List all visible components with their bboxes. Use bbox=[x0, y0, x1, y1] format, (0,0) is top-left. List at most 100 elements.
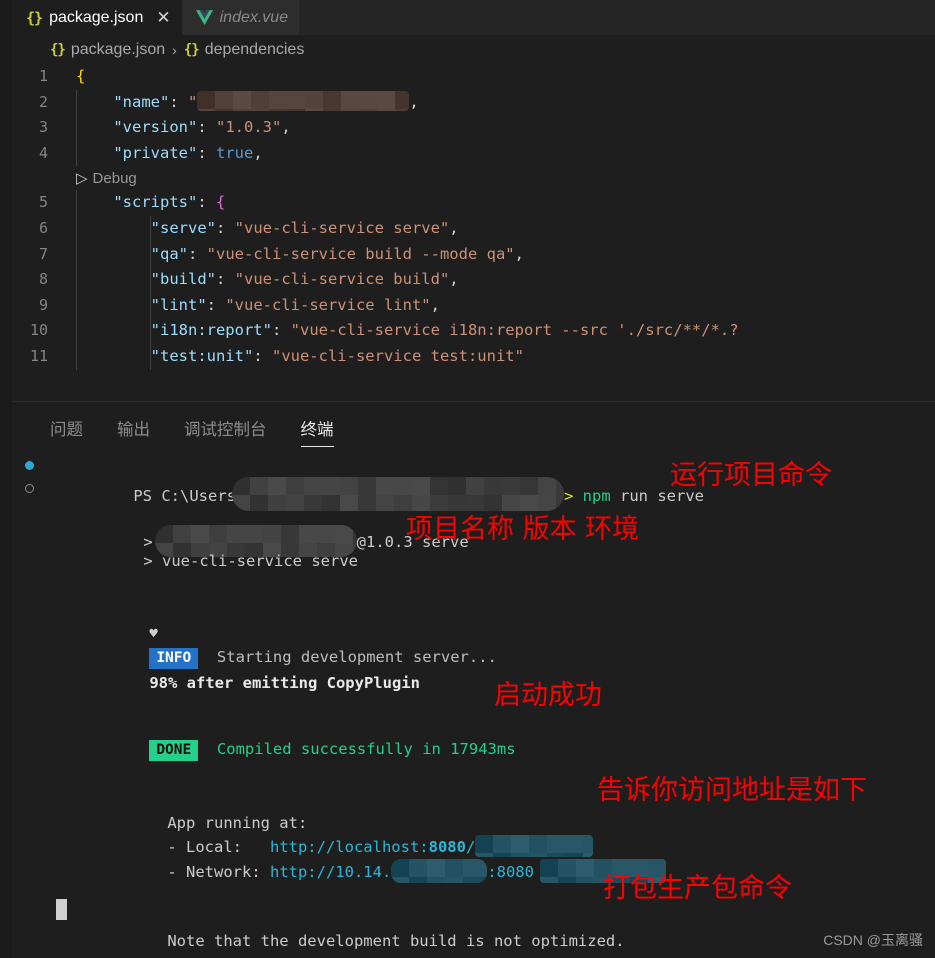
terminal-note-line-1: Note that the development build is not o… bbox=[12, 905, 935, 950]
terminal-progress-line: 98% after emitting CopyPlugin bbox=[12, 647, 935, 692]
indent-guide bbox=[76, 140, 77, 167]
line-number: 2 bbox=[38, 92, 48, 111]
code-line-text: "build": "vue-cli-service build", bbox=[64, 267, 935, 293]
code-line: 5 "scripts": { bbox=[12, 190, 935, 216]
code-line-text: "lint": "vue-cli-service lint", bbox=[64, 292, 935, 319]
tab-package-json[interactable]: {} package.json ✕ bbox=[12, 0, 182, 35]
indent-guide bbox=[76, 190, 77, 216]
code-line: 6 "serve": "vue-cli-service serve", bbox=[12, 215, 935, 242]
indent-guide bbox=[150, 292, 151, 319]
chevron-right-icon: › bbox=[172, 41, 177, 58]
indent-guide bbox=[150, 241, 151, 268]
annotation-4: 打包生产包命令 bbox=[603, 873, 792, 904]
terminal-note-line-2: To create a production build, run npm ru… bbox=[12, 929, 935, 958]
line-number: 7 bbox=[38, 244, 48, 263]
line-number: 5 bbox=[38, 193, 48, 212]
play-triangle-icon: ▷ bbox=[76, 169, 88, 187]
indent-guide bbox=[150, 215, 151, 242]
activity-bar-sliver bbox=[0, 0, 12, 958]
code-line-text: "scripts": { bbox=[64, 190, 935, 216]
code-line-text: "name": ", bbox=[64, 89, 935, 116]
json-braces-icon: {} bbox=[183, 41, 200, 58]
indent-guide bbox=[150, 267, 151, 293]
code-line-text: "version": "1.0.3", bbox=[64, 115, 935, 141]
code-line-text: "serve": "vue-cli-service serve", bbox=[64, 215, 935, 242]
code-line: 4 "private": true, bbox=[12, 140, 935, 167]
json-braces-icon: {} bbox=[50, 41, 66, 58]
line-number: 11 bbox=[29, 346, 48, 365]
terminal-blank-1 bbox=[12, 549, 935, 573]
line-number: 6 bbox=[38, 218, 48, 237]
code-line: 9 "lint": "vue-cli-service lint", bbox=[12, 292, 935, 319]
close-icon[interactable]: ✕ bbox=[156, 9, 170, 26]
line-number: 8 bbox=[38, 270, 48, 289]
indent-guide bbox=[76, 267, 77, 293]
code-line-text: "qa": "vue-cli-service build --mode qa", bbox=[64, 241, 935, 268]
code-editor[interactable]: 1{2 "name": ", 3 "version": "1.0.3", 4 "pr… bbox=[12, 64, 935, 401]
terminal-blank-3 bbox=[12, 671, 935, 695]
codelens-debug[interactable]: ▷ Debug bbox=[12, 166, 935, 190]
redacted-project-name bbox=[197, 90, 410, 111]
line-number: 9 bbox=[38, 295, 48, 314]
indent-guide bbox=[76, 89, 77, 116]
breadcrumb[interactable]: {} package.json › {} dependencies bbox=[12, 35, 935, 64]
breadcrumb-item-file[interactable]: package.json bbox=[71, 41, 165, 59]
code-line: 1{ bbox=[12, 64, 935, 90]
terminal-done-line: DONE Compiled successfully in 17943ms bbox=[12, 713, 935, 761]
annotation-2: 启动成功 bbox=[494, 680, 602, 711]
vue-logo-icon bbox=[195, 10, 213, 25]
code-line: 2 "name": ", bbox=[12, 89, 935, 116]
indent-guide bbox=[150, 343, 151, 370]
code-line-text: "private": true, bbox=[64, 140, 935, 167]
line-number: 3 bbox=[38, 118, 48, 137]
indent-guide bbox=[76, 292, 77, 319]
code-line: 11 "test:unit": "vue-cli-service test:un… bbox=[12, 343, 935, 370]
json-braces-icon: {} bbox=[26, 8, 43, 27]
vscode-window: {} package.json ✕ index.vue {} package.j… bbox=[0, 0, 935, 958]
codelens-label[interactable]: Debug bbox=[93, 166, 137, 192]
terminal-heart-line: ♥ bbox=[12, 597, 935, 642]
editor-tab-bar: {} package.json ✕ index.vue bbox=[12, 0, 935, 35]
indent-guide bbox=[76, 318, 77, 344]
status-ring-icon bbox=[25, 484, 34, 493]
code-line-text: { bbox=[76, 67, 86, 85]
panel-tab-0[interactable]: 问题 bbox=[50, 416, 83, 447]
code-line: 7 "qa": "vue-cli-service build --mode qa… bbox=[12, 241, 935, 268]
terminal-info-line: INFO Starting development server... bbox=[12, 621, 935, 669]
panel-tab-3[interactable]: 终端 bbox=[300, 416, 334, 447]
terminal-blank-7 bbox=[12, 859, 935, 883]
panel-tab-1[interactable]: 输出 bbox=[117, 416, 150, 447]
terminal-network-line: - Network: http://10.14.:8080 bbox=[12, 835, 935, 883]
indent-guide bbox=[76, 115, 77, 141]
indent-guide bbox=[150, 318, 151, 344]
terminal-cursor bbox=[56, 899, 67, 920]
panel-tab-2[interactable]: 调试控制台 bbox=[184, 416, 267, 447]
annotation-3: 告诉你访问地址是如下 bbox=[597, 775, 867, 806]
code-line-text: "i18n:report": "vue-cli-service i18n:rep… bbox=[64, 318, 935, 344]
tab-label: index.vue bbox=[219, 8, 289, 26]
terminal-blank-2 bbox=[12, 573, 935, 597]
panel-tab-bar: 问题 输出 调试控制台 终端 bbox=[12, 402, 935, 447]
tab-label: package.json bbox=[49, 8, 144, 26]
code-line: 10 "i18n:report": "vue-cli-service i18n:… bbox=[12, 318, 935, 344]
terminal-blank-5 bbox=[12, 741, 935, 765]
line-number: 1 bbox=[38, 67, 48, 85]
tab-index-vue[interactable]: index.vue bbox=[181, 0, 300, 35]
editor-region: {} package.json ✕ index.vue {} package.j… bbox=[12, 0, 935, 401]
line-number: 10 bbox=[29, 321, 48, 340]
status-dot-icon bbox=[25, 461, 34, 470]
indent-guide bbox=[76, 241, 77, 268]
watermark: CSDN @玉离骚 bbox=[823, 932, 923, 948]
annotation-0: 运行项目命令 bbox=[670, 460, 832, 491]
indent-guide bbox=[76, 343, 77, 370]
code-line: 3 "version": "1.0.3", bbox=[12, 115, 935, 141]
code-line: 8 "build": "vue-cli-service build", bbox=[12, 267, 935, 293]
code-line-text: "test:unit": "vue-cli-service test:unit" bbox=[64, 343, 935, 370]
annotation-1: 项目名称 版本 环境 bbox=[406, 514, 640, 545]
indent-guide bbox=[76, 215, 77, 242]
line-number: 4 bbox=[38, 143, 48, 162]
terminal-blank-8 bbox=[12, 883, 935, 905]
terminal-local-line: - Local: http://localhost:8080/ bbox=[12, 811, 935, 857]
breadcrumb-item-symbol[interactable]: dependencies bbox=[205, 41, 305, 59]
terminal-blank-4 bbox=[12, 695, 935, 713]
